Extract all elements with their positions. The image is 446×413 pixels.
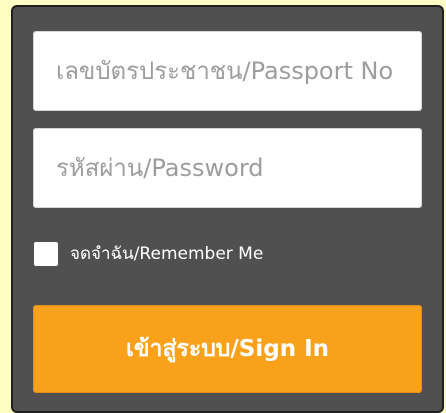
remember-me-label: จดจำฉัน/Remember Me xyxy=(70,244,264,264)
remember-me-checkbox[interactable] xyxy=(34,241,58,266)
remember-me-row[interactable]: จดจำฉัน/Remember Me xyxy=(34,240,263,267)
password-field[interactable] xyxy=(33,128,422,208)
sign-in-label: เข้าสู่ระบบ/Sign In xyxy=(125,336,330,362)
sign-in-button[interactable]: เข้าสู่ระบบ/Sign In xyxy=(33,305,422,393)
username-field[interactable] xyxy=(33,31,422,111)
